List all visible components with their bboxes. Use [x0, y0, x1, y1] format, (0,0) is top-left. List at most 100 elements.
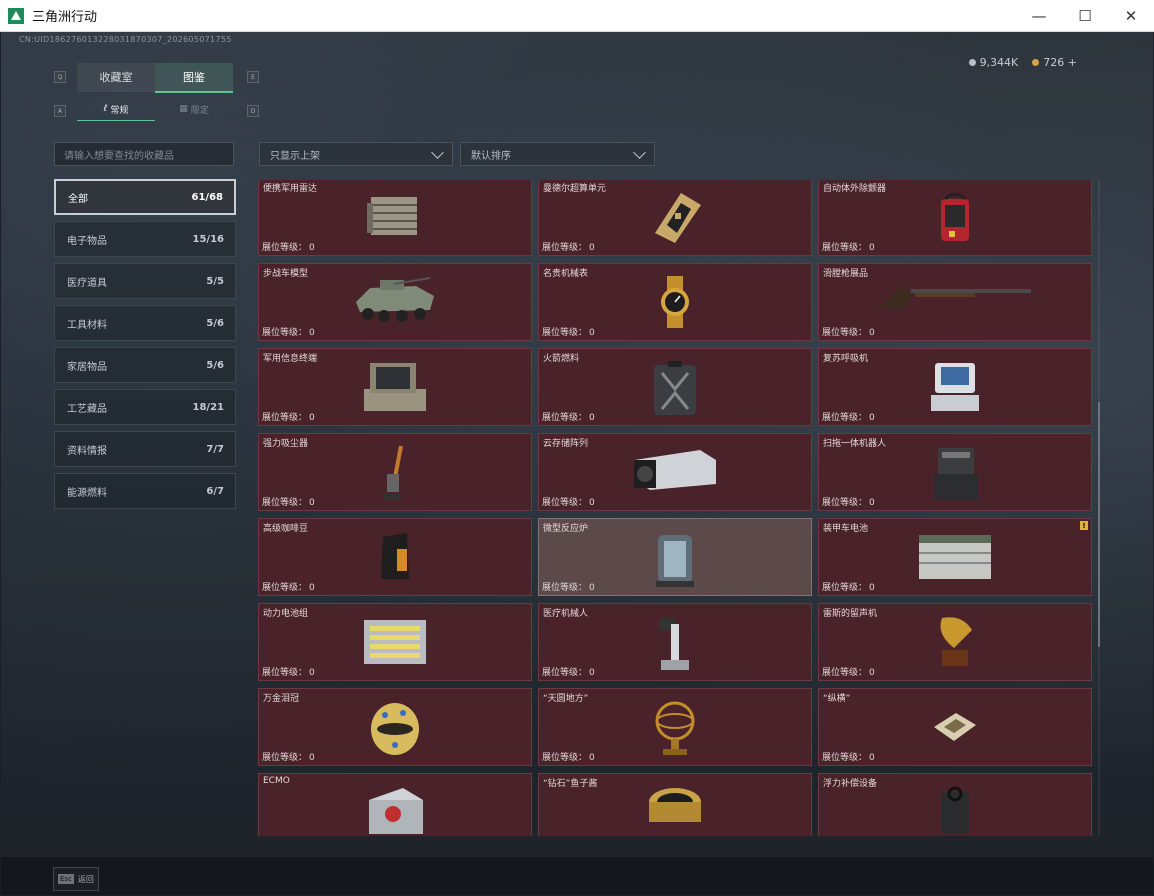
maximize-icon[interactable]: ☐ [1062, 0, 1108, 31]
display-level-label: 展位等级： [262, 583, 308, 593]
category-count: 5/5 [206, 275, 224, 287]
display-level: 展位等级： 0 [262, 580, 315, 593]
category-household[interactable]: 家居物品 5/6 [54, 347, 236, 383]
display-level-value: 0 [869, 328, 875, 338]
gramophone-icon [932, 614, 978, 676]
display-level: 展位等级： 0 [262, 325, 315, 338]
category-medical[interactable]: 医疗道具 5/5 [54, 263, 236, 299]
item-name: 动力电池组 [263, 609, 309, 619]
category-energy[interactable]: 能源燃料 6/7 [54, 473, 236, 509]
category-count: 7/7 [206, 443, 224, 455]
collection-item-card[interactable]: 火箭燃料展位等级： 0 [538, 348, 812, 426]
item-name: 雷斯的留声机 [823, 609, 878, 619]
category-crafts[interactable]: 工艺藏品 18/21 [54, 389, 236, 425]
collection-item-card[interactable]: 浮力补偿设备 [818, 773, 1092, 836]
display-level: 展位等级： 0 [822, 325, 875, 338]
close-icon[interactable]: ✕ [1108, 0, 1154, 31]
sort-dropdown[interactable]: 默认排序 [460, 142, 655, 166]
radar-icon [365, 189, 425, 245]
collection-item-card[interactable]: 动力电池组 展位等级： 0 [258, 603, 532, 681]
collection-item-card[interactable]: 云存储阵列 展位等级： 0 [538, 433, 812, 511]
coffee-bag-icon [377, 529, 413, 587]
tab-collection-room[interactable]: 收藏室 [77, 63, 155, 92]
item-name: 复苏呼吸机 [823, 354, 869, 364]
buoyancy-device-icon [933, 784, 977, 836]
circuit-board-icon [645, 189, 705, 249]
item-name: 火箭燃料 [543, 354, 580, 364]
armored-vehicle-icon [350, 274, 440, 330]
category-label: 全部 [68, 193, 88, 205]
category-count: 61/68 [191, 191, 223, 203]
category-all[interactable]: 全部 61/68 [54, 179, 236, 215]
display-level-label: 展位等级： [542, 413, 588, 423]
category-label: 电子物品 [67, 235, 107, 247]
robot-mop-icon [930, 444, 980, 508]
storage-array-icon [630, 444, 720, 498]
key-hint-d: D [247, 105, 259, 117]
regular-icon: ℓ [103, 104, 108, 114]
medical-robot-icon [653, 614, 697, 678]
currency-value: 9,344K [979, 56, 1019, 69]
collection-item-card[interactable]: 万金泪冠 展位等级： 0 [258, 688, 532, 766]
display-level-value: 0 [869, 753, 875, 763]
display-level-value: 0 [309, 413, 315, 423]
category-count: 5/6 [206, 317, 224, 329]
defibrillator-icon [935, 189, 975, 249]
collection-item-card[interactable]: 高级咖啡豆 展位等级： 0 [258, 518, 532, 596]
display-level-value: 0 [589, 583, 595, 593]
display-level: 展位等级： 0 [542, 410, 595, 423]
currency-silver: 9,344K [968, 56, 1019, 69]
collection-item-card[interactable]: 医疗机械人 展位等级： 0 [538, 603, 812, 681]
ventilator-icon [925, 359, 985, 419]
watch-icon [655, 274, 695, 334]
search-input[interactable]: 请输入想要查找的收藏品 [54, 142, 234, 166]
display-filter-dropdown[interactable]: 只显示上架 [259, 142, 453, 166]
display-level-label: 展位等级： [542, 498, 588, 508]
collection-item-card[interactable]: 名贵机械表 展位等级： 0 [538, 263, 812, 341]
scrollbar-thumb[interactable] [1098, 402, 1100, 647]
display-level: 展位等级： 0 [822, 410, 875, 423]
display-level-value: 0 [309, 583, 315, 593]
jeweled-egg-icon [367, 699, 423, 763]
subtab-regular[interactable]: ℓ 常规 [77, 98, 155, 121]
collection-item-card[interactable]: 曼德尔超算单元 展位等级： 0 [538, 180, 812, 256]
minimize-icon[interactable]: — [1016, 0, 1062, 31]
category-electronics[interactable]: 电子物品 15/16 [54, 221, 236, 257]
key-hint-a: A [54, 105, 66, 117]
collection-item-card[interactable]: “纵横” 展位等级： 0 [818, 688, 1092, 766]
category-tools[interactable]: 工具材料 5/6 [54, 305, 236, 341]
collection-item-card[interactable]: “天圆地方” 展位等级： 0 [538, 688, 812, 766]
currency-gold[interactable]: 726 + [1032, 56, 1077, 69]
collection-item-card[interactable]: 滑膛枪展品 展位等级： 0 [818, 263, 1092, 341]
esc-key-hint: Esc [58, 874, 74, 884]
collection-item-card[interactable]: 复苏呼吸机展位等级： 0 [818, 348, 1092, 426]
back-button[interactable]: Esc 返回 [53, 867, 99, 891]
collection-item-card[interactable]: 雷斯的留声机 展位等级： 0 [818, 603, 1092, 681]
item-name: 浮力补偿设备 [823, 779, 878, 789]
collection-item-card[interactable]: 便携军用雷达 展位等级： 0 [258, 180, 532, 256]
category-intel[interactable]: 资料情报 7/7 [54, 431, 236, 467]
collection-item-card[interactable]: 军用信息终端 展位等级： 0 [258, 348, 532, 426]
collection-item-card[interactable]: 装甲车电池! 展位等级： 0 [818, 518, 1092, 596]
subtab-limited[interactable]: ▦ 限定 [155, 98, 233, 120]
display-level-label: 展位等级： [822, 498, 868, 508]
display-level: 展位等级： 0 [822, 495, 875, 508]
category-label: 家居物品 [67, 361, 107, 373]
display-level-value: 0 [589, 753, 595, 763]
collection-item-card[interactable]: 扫拖一体机器人 展位等级： 0 [818, 433, 1092, 511]
collection-item-card[interactable]: ECMO [258, 773, 532, 836]
ecmo-icon [363, 784, 427, 836]
tab-catalog[interactable]: 图鉴 [155, 63, 233, 93]
display-level-label: 展位等级： [822, 753, 868, 763]
display-level-value: 0 [589, 243, 595, 253]
display-level-label: 展位等级： [542, 243, 588, 253]
collection-item-card[interactable]: “钻石”鱼子酱 [538, 773, 812, 836]
dropdown-value: 只显示上架 [270, 150, 320, 162]
collection-item-card[interactable]: 强力吸尘器 展位等级： 0 [258, 433, 532, 511]
collection-item-card[interactable]: 步战车模型 展位等级： 0 [258, 263, 532, 341]
player-uid: CN:UID18627601322803187030​7_20260507175… [19, 35, 232, 44]
main-tabs: 收藏室 图鉴 [77, 63, 233, 93]
collection-item-card[interactable]: 自动体外除颤器 展位等级： 0 [818, 180, 1092, 256]
collection-item-card[interactable]: 微型反应炉 展位等级： 0 [538, 518, 812, 596]
item-name: 装甲车电池 [823, 524, 869, 534]
